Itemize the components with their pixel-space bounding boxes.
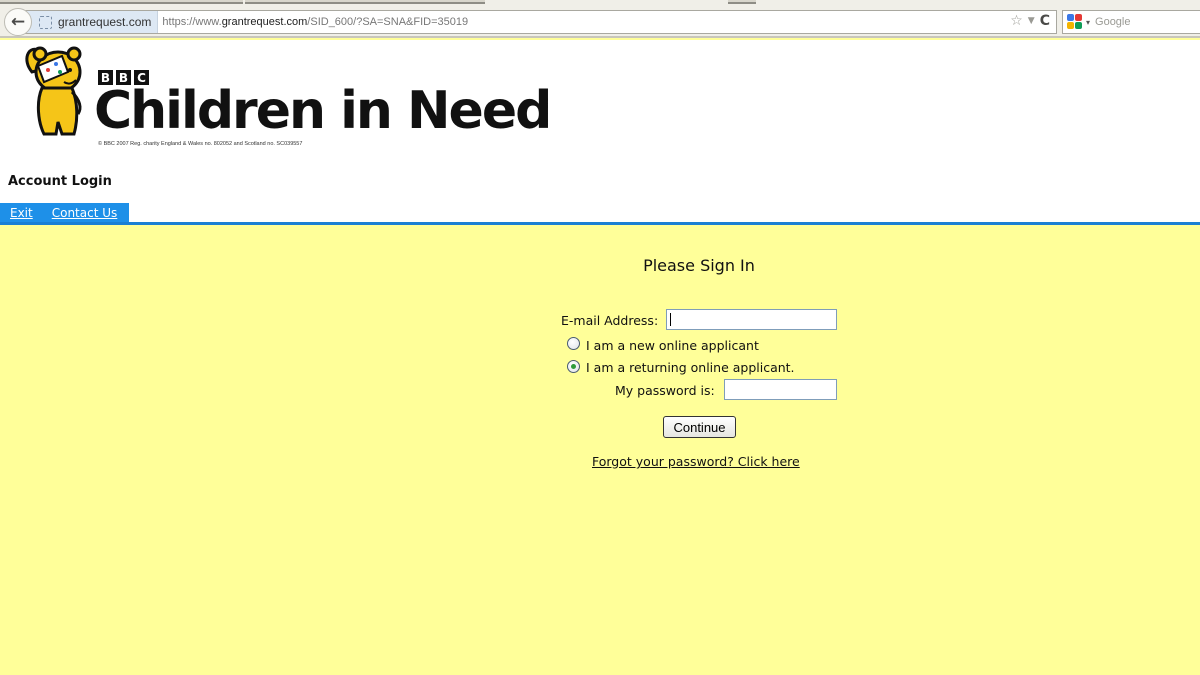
- email-field[interactable]: [666, 309, 837, 330]
- sign-in-form: Please Sign In E-mail Address: I am a ne…: [0, 225, 1200, 675]
- url-bar[interactable]: grantrequest.com https://www.grantreques…: [22, 10, 1057, 34]
- site-identity-icon: [39, 15, 52, 29]
- returning-applicant-radio[interactable]: [567, 360, 580, 373]
- browser-tab[interactable]: [0, 0, 243, 4]
- password-label: My password is:: [615, 383, 715, 398]
- search-placeholder: Google: [1095, 16, 1131, 28]
- returning-applicant-label[interactable]: I am a returning online applicant.: [586, 360, 795, 375]
- forgot-password-link[interactable]: Forgot your password? Click here: [592, 454, 800, 469]
- search-engine-dropdown-icon[interactable]: ▾: [1086, 18, 1090, 27]
- back-arrow-icon: ←: [10, 12, 26, 32]
- nav-contact-us-link[interactable]: Contact Us: [52, 206, 118, 220]
- browser-tab[interactable]: [245, 0, 485, 4]
- url-domain: grantrequest.com: [221, 16, 308, 28]
- logo-copyright: © BBC 2007 Reg. charity England & Wales …: [98, 141, 303, 147]
- nav-exit-link[interactable]: Exit: [10, 206, 33, 220]
- bookmark-star-icon[interactable]: ☆: [1010, 13, 1023, 29]
- history-dropdown-icon[interactable]: ▼: [1028, 16, 1035, 26]
- continue-button[interactable]: Continue: [663, 416, 736, 438]
- section-title: Account Login: [8, 174, 112, 189]
- browser-tab[interactable]: [728, 0, 756, 4]
- back-button[interactable]: ←: [4, 8, 32, 36]
- search-bar[interactable]: ▾ Google: [1062, 10, 1200, 34]
- url-prefix: https://www.: [162, 16, 222, 28]
- pudsey-bear-icon: [25, 46, 82, 136]
- google-search-engine-icon[interactable]: [1067, 14, 1083, 30]
- text-caret: [670, 313, 671, 326]
- nav-bar: Exit Contact Us: [0, 203, 129, 223]
- reload-icon[interactable]: C: [1040, 13, 1050, 29]
- form-title: Please Sign In: [643, 256, 755, 275]
- password-field[interactable]: [724, 379, 837, 400]
- logo-title: Children in Need: [94, 81, 552, 141]
- new-applicant-label[interactable]: I am a new online applicant: [586, 338, 759, 353]
- browser-toolbar: grantrequest.com https://www.grantreques…: [0, 6, 1200, 38]
- page-header: B B C Children in Need © BBC 2007 Reg. c…: [0, 40, 1200, 223]
- site-identity-button[interactable]: grantrequest.com: [23, 11, 159, 33]
- site-identity-label: grantrequest.com: [58, 15, 152, 29]
- children-in-need-logo: B B C Children in Need © BBC 2007 Reg. c…: [16, 42, 552, 152]
- url-text[interactable]: https://www.grantrequest.com/SID_600/?SA…: [158, 16, 468, 28]
- new-applicant-radio[interactable]: [567, 337, 580, 350]
- url-path: /SID_600/?SA=SNA&FID=35019: [307, 16, 469, 28]
- email-label: E-mail Address:: [561, 313, 659, 328]
